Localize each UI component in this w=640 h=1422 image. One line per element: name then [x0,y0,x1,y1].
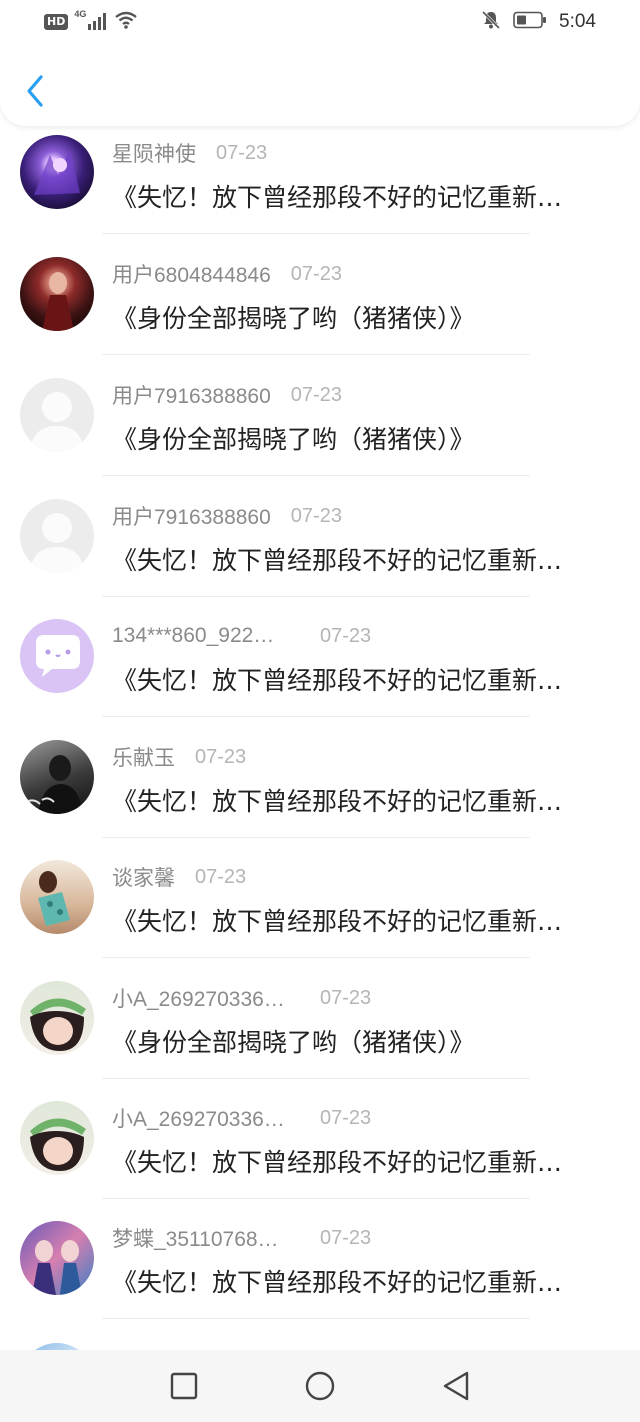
date: 07-23 [320,1226,372,1249]
system-nav-bar [0,1350,640,1422]
divider [102,475,530,476]
chevron-left-icon [27,75,43,107]
item-meta: 谈家馨 07-23 [112,862,246,892]
hd-badge: HD [44,14,69,30]
divider [102,957,530,958]
divider [102,1198,530,1199]
mute-bell-icon [481,10,501,34]
status-right: 5:04 [481,10,596,34]
back-button[interactable] [20,74,50,108]
item-meta: 用户7916388860 07-23 [112,380,342,410]
username: 小A_269270336… [112,1108,285,1131]
clock: 5:04 [559,11,596,32]
divider [102,1078,530,1079]
avatar[interactable] [20,1343,94,1350]
default-avatar-icon[interactable] [20,378,94,452]
recent-apps-button[interactable] [154,1356,214,1416]
battery-icon [513,11,547,33]
status-bar: HD 4G 5:04 [0,0,640,44]
message-text: 《失忆！放下曾经那段不好的记忆重新… [112,546,563,575]
avatar[interactable] [20,1101,94,1175]
username: 用户7916388860 [112,506,271,529]
avatar[interactable] [20,860,94,934]
username: 134***860_922… [112,624,275,647]
signal-icon: 4G [74,9,108,32]
message-text: 《身份全部揭晓了哟（猪猪侠）》 [112,425,475,454]
date: 07-23 [320,986,372,1009]
message-text: 《失忆！放下曾经那段不好的记忆重新… [112,1148,563,1177]
message-text: 《失忆！放下曾经那段不好的记忆重新… [112,907,563,936]
divider [102,233,530,234]
list-item[interactable]: 134***860_922… 07-23 《失忆！放下曾经那段不好的记忆重新… [0,609,640,729]
username: 乐献玉 [112,747,175,770]
message-text: 《失忆！放下曾经那段不好的记忆重新… [112,1268,563,1297]
divider [102,716,530,717]
list-item[interactable]: 用户6804844846 07-23 《身份全部揭晓了哟（猪猪侠）》 [0,247,640,367]
date: 07-23 [320,624,372,647]
circle-icon [305,1371,335,1401]
divider [102,837,530,838]
message-text: 《身份全部揭晓了哟（猪猪侠）》 [112,304,475,333]
divider [102,354,530,355]
triangle-back-icon [443,1371,469,1401]
message-list[interactable]: 星陨神使 07-23 《失忆！放下曾经那段不好的记忆重新… 用户68048448… [0,126,640,1350]
message-text: 《身份全部揭晓了哟（猪猪侠）》 [112,1028,475,1057]
avatar[interactable] [20,981,94,1055]
date: 07-23 [216,141,268,164]
list-item[interactable]: 小A_269270336… 07-23 《身份全部揭晓了哟（猪猪侠）》 [0,971,640,1091]
username: 用户7916388860 [112,385,271,408]
chat-bubble-avatar-icon[interactable] [20,619,94,693]
list-item[interactable]: 谈家馨 07-23 《失忆！放下曾经那段不好的记忆重新… [0,850,640,970]
list-item[interactable]: 梦蝶_35110768… 07-23 《失忆！放下曾经那段不好的记忆重新… [0,1211,640,1331]
item-meta: 用户7916388860 07-23 [112,501,342,531]
date: 07-23 [195,745,247,768]
home-button[interactable] [290,1356,350,1416]
default-avatar-icon[interactable] [20,499,94,573]
username: 小A_269270336… [112,988,285,1011]
date: 07-23 [290,262,342,285]
nav-back-button[interactable] [426,1356,486,1416]
avatar[interactable] [20,740,94,814]
date: 07-23 [195,865,247,888]
list-item[interactable]: 用户7916388860 07-23 《失忆！放下曾经那段不好的记忆重新… [0,489,640,609]
item-meta: 小A_269270336… 07-23 [112,1103,371,1133]
username: 星陨神使 [112,143,196,166]
status-left: HD 4G [44,9,138,34]
list-item[interactable]: 小A_269270336… 07-23 《失忆！放下曾经那段不好的记忆重新… [0,1091,640,1211]
date: 07-23 [290,383,342,406]
username: 用户6804844846 [112,264,271,287]
top-header [0,44,640,126]
date: 07-23 [320,1106,372,1129]
date: 07-23 [290,504,342,527]
message-text: 《失忆！放下曾经那段不好的记忆重新… [112,787,563,816]
wifi-icon [114,10,138,34]
item-meta: 星陨神使 07-23 [112,138,267,168]
divider [102,596,530,597]
avatar[interactable] [20,1221,94,1295]
item-meta: 用户6804844846 07-23 [112,259,342,289]
list-item[interactable]: 乐献玉 07-23 《失忆！放下曾经那段不好的记忆重新… [0,730,640,850]
message-text: 《失忆！放下曾经那段不好的记忆重新… [112,183,563,212]
list-item-partial[interactable] [0,1331,640,1350]
list-item[interactable]: 用户7916388860 07-23 《身份全部揭晓了哟（猪猪侠）》 [0,368,640,488]
square-icon [170,1372,198,1400]
item-meta: 梦蝶_35110768… 07-23 [112,1223,371,1253]
item-meta: 134***860_922… 07-23 [112,621,371,651]
avatar[interactable] [20,257,94,331]
item-meta: 乐献玉 07-23 [112,742,246,772]
avatar[interactable] [20,135,94,209]
username: 谈家馨 [112,867,175,890]
divider [102,1318,530,1319]
message-text: 《失忆！放下曾经那段不好的记忆重新… [112,666,563,695]
username: 梦蝶_35110768… [112,1228,279,1251]
item-meta: 小A_269270336… 07-23 [112,983,371,1013]
list-item[interactable]: 星陨神使 07-23 《失忆！放下曾经那段不好的记忆重新… [0,126,640,246]
